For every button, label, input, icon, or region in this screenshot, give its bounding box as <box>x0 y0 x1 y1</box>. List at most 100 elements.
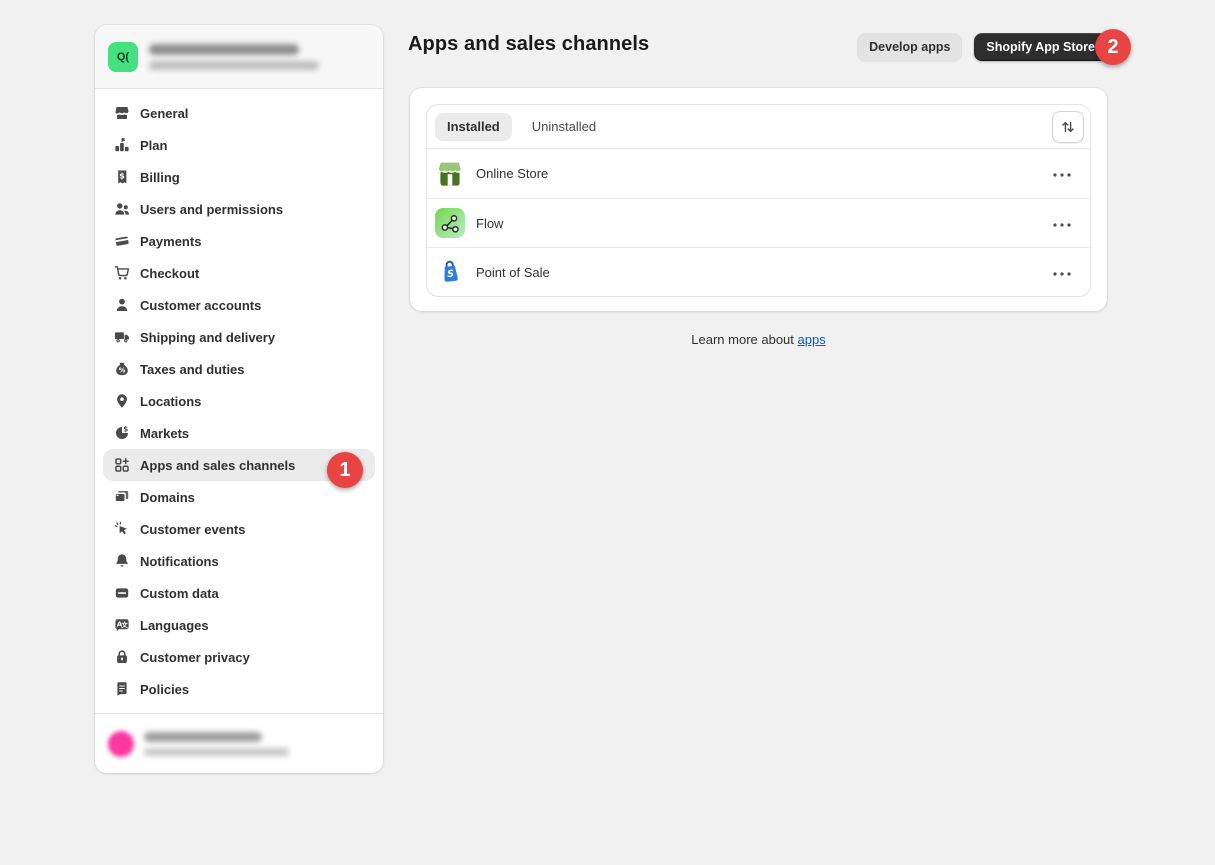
annotation-badge-2: 2 <box>1095 29 1131 65</box>
sidebar-item-label: Notifications <box>140 554 219 569</box>
three-dots-icon <box>1052 265 1072 280</box>
sidebar-item-plan[interactable]: Plan <box>103 129 375 161</box>
apps-list-box: Installed Uninstalled Online Store Flow S Po… <box>426 104 1091 297</box>
user-identity-redacted <box>144 732 289 756</box>
sidebar-item-label: Taxes and duties <box>140 362 245 377</box>
sidebar-item-label: Locations <box>140 394 201 409</box>
sidebar-item-label: Languages <box>140 618 209 633</box>
learn-more-note: Learn more about apps <box>410 332 1107 347</box>
shopify-app-store-button[interactable]: Shopify App Store <box>974 33 1107 61</box>
sidebar-item-label: Customer accounts <box>140 298 261 313</box>
cart-icon <box>114 265 130 281</box>
sidebar-item-label: Policies <box>140 682 189 697</box>
pin-icon <box>114 393 130 409</box>
users-icon <box>114 201 130 217</box>
database-icon <box>114 585 130 601</box>
sidebar-item-notifications[interactable]: Notifications <box>103 545 375 577</box>
bell-icon <box>114 553 130 569</box>
svg-text:文: 文 <box>121 620 128 629</box>
browser-icon <box>114 489 130 505</box>
taxes-icon: % <box>114 361 130 377</box>
sidebar-item-label: Users and permissions <box>140 202 283 217</box>
globe-dollar-icon: $ <box>114 425 130 441</box>
sidebar-item-markets[interactable]: $ Markets <box>103 417 375 449</box>
settings-nav: General Plan $ Billing Users and permissions… <box>95 89 383 713</box>
settings-sidebar: Q( General Plan $ Billing Users and permissi… <box>95 25 383 773</box>
sidebar-item-label: Customer events <box>140 522 245 537</box>
sidebar-item-taxes-and-duties[interactable]: % Taxes and duties <box>103 353 375 385</box>
annotation-badge-1: 1 <box>327 452 363 488</box>
sidebar-item-customer-events[interactable]: Customer events <box>103 513 375 545</box>
app-name: Point of Sale <box>476 265 550 280</box>
document-icon <box>114 681 130 697</box>
apps-card: Installed Uninstalled Online Store Flow S Po… <box>410 88 1107 311</box>
sidebar-item-label: Payments <box>140 234 201 249</box>
sidebar-item-label: Markets <box>140 426 189 441</box>
row-menu-button[interactable] <box>1048 209 1076 237</box>
sidebar-item-locations[interactable]: Locations <box>103 385 375 417</box>
store-icon <box>114 105 130 121</box>
flow-icon <box>435 208 465 238</box>
sidebar-item-custom-data[interactable]: Custom data <box>103 577 375 609</box>
sidebar-item-billing[interactable]: $ Billing <box>103 161 375 193</box>
sidebar-item-label: Shipping and delivery <box>140 330 275 345</box>
sidebar-item-label: Billing <box>140 170 180 185</box>
tab-installed[interactable]: Installed <box>435 113 512 141</box>
app-list: Online Store Flow S Point of Sale <box>427 149 1090 296</box>
user-avatar <box>108 731 134 757</box>
translate-icon: A文 <box>114 617 130 633</box>
sort-arrows-icon <box>1060 119 1076 135</box>
store-url-redacted <box>149 61 319 70</box>
app-row-online-store[interactable]: Online Store <box>427 149 1090 198</box>
sidebar-item-label: Checkout <box>140 266 199 281</box>
tabs: Installed Uninstalled <box>435 113 608 141</box>
store-identity-redacted <box>149 44 319 70</box>
sidebar-item-general[interactable]: General <box>103 97 375 129</box>
three-dots-icon <box>1052 216 1072 231</box>
app-row-point-of-sale[interactable]: S Point of Sale <box>427 247 1090 296</box>
sidebar-item-customer-accounts[interactable]: Customer accounts <box>103 289 375 321</box>
payments-icon <box>114 233 130 249</box>
sidebar-item-label: General <box>140 106 188 121</box>
sort-button[interactable] <box>1052 111 1084 143</box>
billing-icon: $ <box>114 169 130 185</box>
cursor-click-icon <box>114 521 130 537</box>
tab-uninstalled[interactable]: Uninstalled <box>520 113 608 141</box>
page-title: Apps and sales channels <box>408 33 649 56</box>
svg-text:%: % <box>119 367 126 375</box>
app-name: Online Store <box>476 166 548 181</box>
sidebar-item-customer-privacy[interactable]: Customer privacy <box>103 641 375 673</box>
plan-icon <box>114 137 130 153</box>
store-avatar: Q( <box>108 42 138 72</box>
sidebar-item-label: Apps and sales channels <box>140 458 295 473</box>
develop-apps-button[interactable]: Develop apps <box>857 33 962 61</box>
apps-list-header: Installed Uninstalled <box>427 105 1090 149</box>
row-menu-button[interactable] <box>1048 258 1076 286</box>
store-name-redacted <box>149 44 299 55</box>
sidebar-item-domains[interactable]: Domains <box>103 481 375 513</box>
sidebar-item-users-and-permissions[interactable]: Users and permissions <box>103 193 375 225</box>
sidebar-item-shipping-and-delivery[interactable]: Shipping and delivery <box>103 321 375 353</box>
sidebar-item-languages[interactable]: A文 Languages <box>103 609 375 641</box>
row-menu-button[interactable] <box>1048 160 1076 188</box>
header-actions: Develop apps Shopify App Store <box>857 33 1107 61</box>
lock-icon <box>114 649 130 665</box>
learn-more-text: Learn more about <box>691 332 797 347</box>
sidebar-item-payments[interactable]: Payments <box>103 225 375 257</box>
svg-text:S: S <box>447 268 455 280</box>
app-row-flow[interactable]: Flow <box>427 198 1090 247</box>
sidebar-item-label: Custom data <box>140 586 219 601</box>
apps-link[interactable]: apps <box>798 332 826 347</box>
user-footer[interactable] <box>95 713 383 773</box>
sidebar-item-label: Customer privacy <box>140 650 250 665</box>
pos-icon: S <box>435 257 465 287</box>
svg-text:$: $ <box>119 172 125 181</box>
app-name: Flow <box>476 216 503 231</box>
sidebar-item-policies[interactable]: Policies <box>103 673 375 705</box>
three-dots-icon <box>1052 166 1072 181</box>
sidebar-item-label: Domains <box>140 490 195 505</box>
user-email-redacted <box>144 748 289 756</box>
svg-text:$: $ <box>123 425 128 434</box>
store-header[interactable]: Q( <box>95 25 383 89</box>
sidebar-item-checkout[interactable]: Checkout <box>103 257 375 289</box>
